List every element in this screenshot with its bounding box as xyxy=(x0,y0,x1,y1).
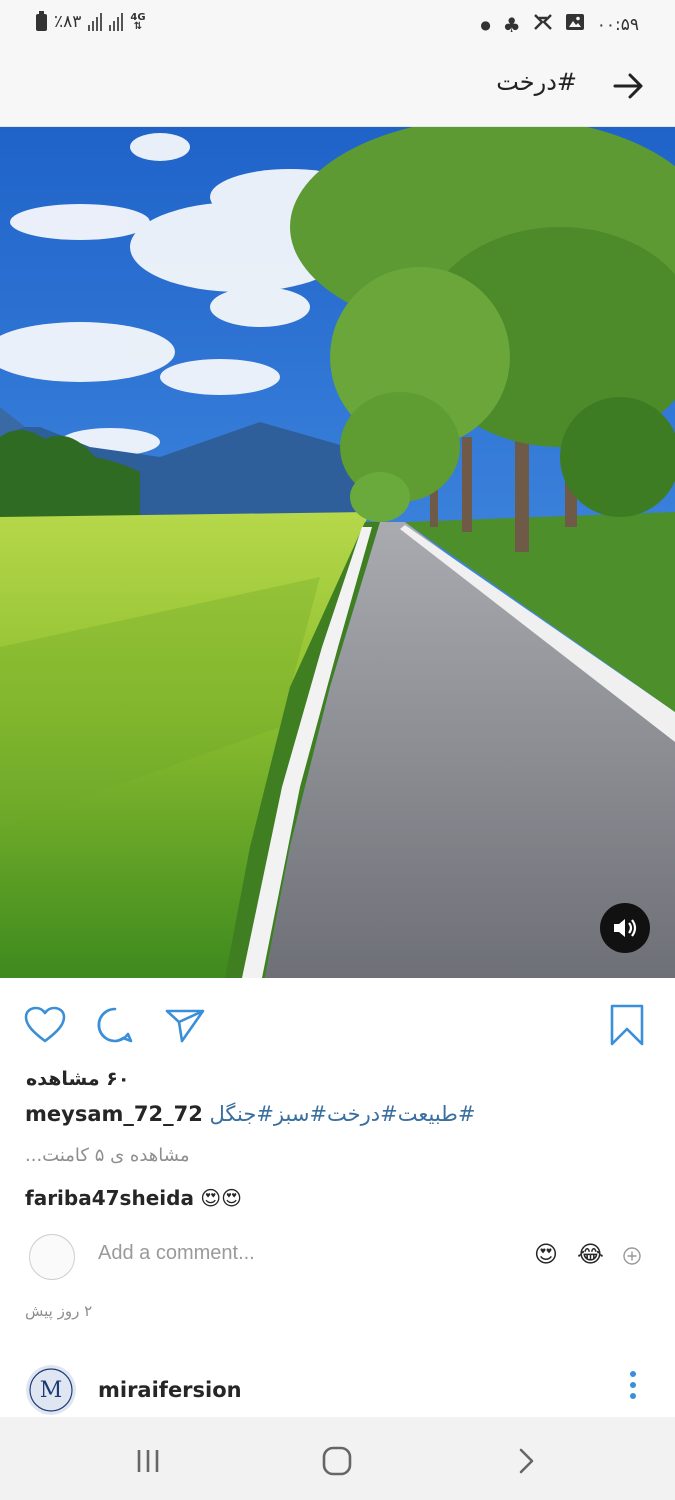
plus-circle-icon xyxy=(623,1247,641,1265)
speaker-icon xyxy=(614,919,637,937)
heart-icon xyxy=(24,1006,66,1043)
emoji-laughing-button[interactable]: 😂 xyxy=(577,1242,607,1272)
more-vertical-icon xyxy=(630,1371,636,1399)
comment-icon xyxy=(97,1007,133,1043)
back-button[interactable] xyxy=(609,66,649,106)
signal-icon xyxy=(88,13,103,31)
battery-icon xyxy=(36,10,47,31)
home-button[interactable] xyxy=(315,1441,359,1481)
battery-percent: ٪۸۳ xyxy=(54,12,82,32)
system-nav-bar xyxy=(0,1417,675,1500)
clock: ۰۰:۵۹ xyxy=(596,14,639,35)
avatar xyxy=(29,1234,75,1280)
club-icon: ♣ xyxy=(502,12,521,37)
send-icon xyxy=(165,1009,205,1043)
recent-apps-button[interactable] xyxy=(126,1441,170,1481)
app-header: #درخت xyxy=(0,48,675,127)
comment-item: fariba47sheida 😍😍 xyxy=(25,1186,242,1210)
sound-toggle-button[interactable] xyxy=(600,903,650,953)
back-icon xyxy=(519,1448,534,1474)
bookmark-icon xyxy=(610,1004,644,1046)
add-comment-row: 😍 😂 xyxy=(0,1232,675,1282)
status-right: ● ♣ ۰۰:۵۹ xyxy=(480,12,639,37)
status-bar: ٪۸۳ 4G ⇅ ● ♣ ۰۰:۵۹ xyxy=(0,0,675,48)
caption-username[interactable]: meysam_72_72 xyxy=(25,1102,203,1126)
avatar[interactable]: M xyxy=(26,1365,76,1415)
more-options-button[interactable] xyxy=(624,1366,642,1406)
landscape-image xyxy=(0,127,675,978)
recent-apps-icon xyxy=(137,1450,159,1472)
comment-input[interactable] xyxy=(98,1242,498,1265)
post-actions xyxy=(0,1000,675,1055)
bookmark-button[interactable] xyxy=(604,1000,650,1050)
network-4g-icon: 4G ⇅ xyxy=(130,12,146,32)
miraifersion-logo: M xyxy=(26,1365,76,1415)
nav-back-button[interactable] xyxy=(504,1441,548,1481)
page-title: #درخت xyxy=(496,68,577,96)
status-left: ٪۸۳ 4G ⇅ xyxy=(36,10,146,32)
post-timestamp: ۲ روز پیش xyxy=(25,1302,93,1320)
caption-hashtags[interactable]: #طبیعت#درخت#سبز#جنگل xyxy=(210,1102,476,1126)
dot-icon: ● xyxy=(480,17,491,32)
home-icon xyxy=(322,1446,352,1476)
post-video[interactable] xyxy=(0,127,675,978)
gallery-icon xyxy=(565,12,585,37)
notification-icon xyxy=(533,12,553,37)
share-button[interactable] xyxy=(162,1000,208,1050)
arrow-right-icon xyxy=(613,73,643,99)
post-caption: meysam_72_72 #طبیعت#درخت#سبز#جنگل xyxy=(25,1102,475,1126)
like-button[interactable] xyxy=(22,1000,68,1050)
svg-text:M: M xyxy=(40,1378,63,1403)
emoji-heart-eyes-button[interactable]: 😍 xyxy=(534,1242,564,1272)
add-emoji-button[interactable] xyxy=(622,1246,642,1266)
post-author-username[interactable]: miraifersion xyxy=(98,1378,242,1402)
comment-username[interactable]: fariba47sheida xyxy=(25,1186,194,1210)
next-post-header: M miraifersion xyxy=(0,1362,675,1416)
view-count: ۶۰ مشاهده xyxy=(26,1068,130,1090)
signal-icon xyxy=(109,13,124,31)
comment-text: 😍😍 xyxy=(200,1186,242,1210)
comment-button[interactable] xyxy=(92,1000,138,1050)
view-all-comments-link[interactable]: مشاهده ی ۵ کامنت... xyxy=(25,1145,189,1166)
